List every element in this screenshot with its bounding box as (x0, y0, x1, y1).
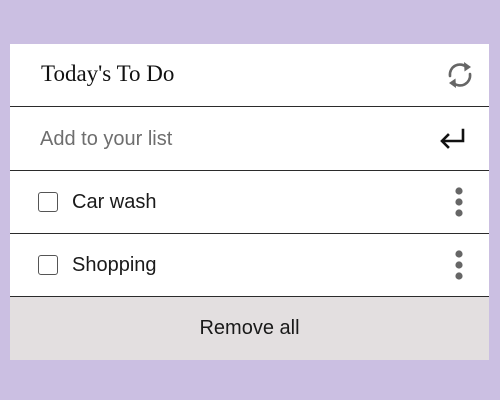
item-label: Car wash (72, 191, 157, 213)
todo-header: Today's To Do (10, 44, 489, 107)
add-item-input[interactable] (40, 121, 420, 157)
more-vertical-icon[interactable] (453, 249, 465, 281)
refresh-icon[interactable] (443, 58, 477, 92)
add-item-row (10, 107, 489, 171)
todo-card: Today's To Do Car wash Shopping (10, 44, 489, 360)
list-item: Car wash (10, 171, 489, 234)
more-vertical-icon[interactable] (453, 186, 465, 218)
list-item: Shopping (10, 234, 489, 297)
remove-all-button[interactable]: Remove all (10, 297, 489, 360)
remove-all-label: Remove all (199, 317, 300, 339)
enter-return-icon[interactable] (437, 125, 467, 151)
page-title: Today's To Do (41, 61, 175, 86)
item-label: Shopping (72, 254, 157, 276)
item-checkbox[interactable] (38, 255, 58, 275)
item-checkbox[interactable] (38, 192, 58, 212)
